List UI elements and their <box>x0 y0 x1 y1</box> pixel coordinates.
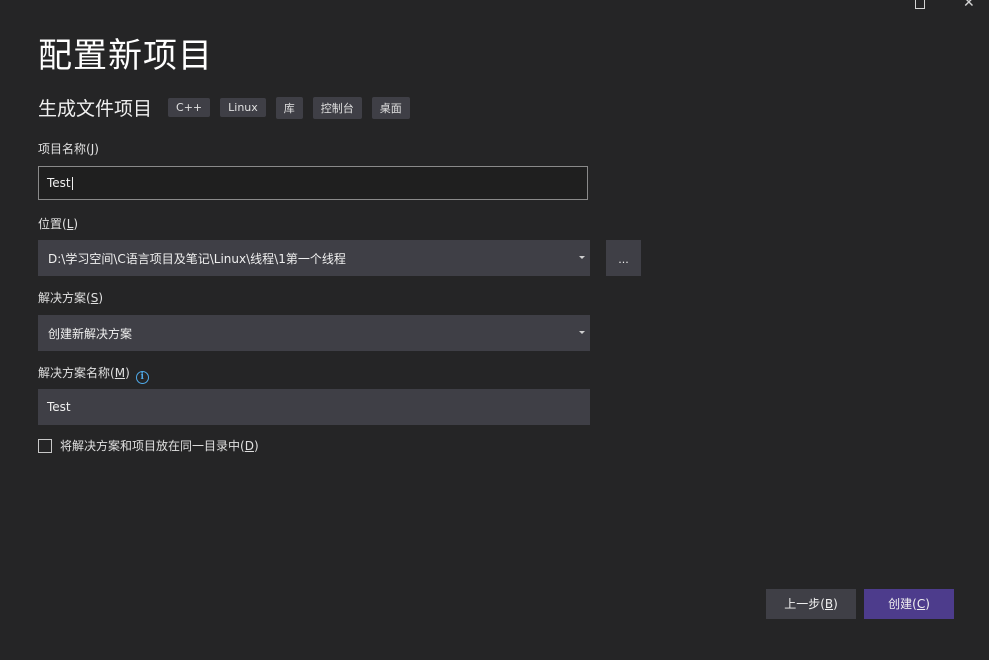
location-label: 位置(L) <box>38 217 79 231</box>
same-directory-checkbox[interactable] <box>38 438 52 453</box>
window-controls: ✕ <box>897 0 989 10</box>
chevron-down-icon <box>579 256 585 259</box>
project-name-input[interactable]: Test <box>38 166 588 200</box>
maximize-icon <box>915 0 925 9</box>
text-caret <box>71 176 73 190</box>
solution-value: 创建新解决方案 <box>48 326 133 341</box>
location-value: D:\学习空间\C语言项目及笔记\Linux\线程\1第一个线程 <box>48 251 346 266</box>
location-dropdown[interactable]: D:\学习空间\C语言项目及笔记\Linux\线程\1第一个线程 <box>38 240 590 276</box>
page-title: 配置新项目 <box>38 36 213 76</box>
solution-label: 解决方案(S) <box>38 291 104 305</box>
browse-button[interactable]: ... <box>606 240 641 276</box>
close-icon: ✕ <box>963 0 975 11</box>
project-type-row: 生成文件项目 C++ Linux 库 控制台 桌面 <box>38 94 420 121</box>
chevron-down-icon <box>579 331 585 334</box>
close-button[interactable]: ✕ <box>943 0 989 10</box>
solution-name-input[interactable]: Test <box>38 389 590 425</box>
tag-console: 控制台 <box>312 96 362 119</box>
maximize-button[interactable] <box>897 0 943 10</box>
same-directory-option[interactable]: 将解决方案和项目放在同一目录中(D) <box>38 437 259 454</box>
back-button[interactable]: 上一步(B) <box>766 589 856 619</box>
tag-linux: Linux <box>220 98 266 117</box>
create-button[interactable]: 创建(C) <box>864 589 954 619</box>
tag-cpp: C++ <box>168 98 211 117</box>
solution-dropdown[interactable]: 创建新解决方案 <box>38 315 590 351</box>
same-directory-label: 将解决方案和项目放在同一目录中(D) <box>60 439 259 453</box>
solution-name-label: 解决方案名称(M) i <box>38 364 149 384</box>
tag-library: 库 <box>275 96 303 119</box>
project-name-label: 项目名称(J) <box>38 142 99 156</box>
project-type-title: 生成文件项目 <box>38 98 153 120</box>
info-icon[interactable]: i <box>135 371 149 384</box>
tag-desktop: 桌面 <box>371 96 410 119</box>
